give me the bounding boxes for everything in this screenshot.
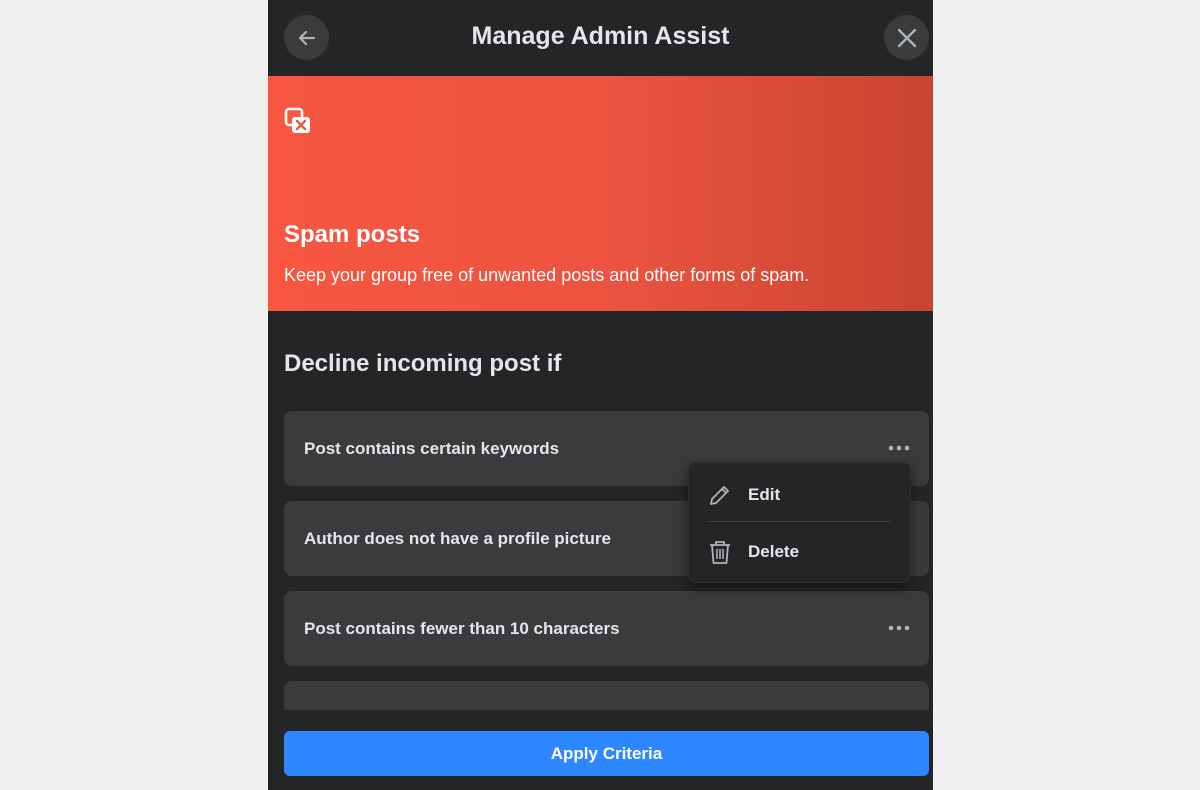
section-title: Decline incoming post if [284,350,562,377]
dialog-title: Manage Admin Assist [471,22,730,50]
more-horizontal-icon [888,445,910,451]
rule-options-menu: Edit Delete [688,462,911,583]
rule-label: Author does not have a profile picture [304,529,611,548]
spam-icon [284,107,314,142]
more-options-button[interactable] [879,433,919,463]
rule-label: Post contains fewer than 10 characters [304,619,620,638]
banner-title: Spam posts [284,221,421,248]
edit-menu-item[interactable]: Edit [689,469,910,521]
dialog-footer: Apply Criteria [268,710,933,790]
spam-posts-banner: Spam posts Keep your group free of unwan… [268,76,933,311]
rule-label: Post contains certain keywords [304,439,560,458]
more-horizontal-icon [888,625,910,631]
delete-label: Delete [748,542,800,561]
apply-criteria-button[interactable]: Apply Criteria [284,731,929,776]
close-icon [897,28,916,47]
more-options-button[interactable] [879,613,919,643]
rule-card[interactable]: Post contains fewer than 10 characters [284,591,929,666]
admin-assist-dialog: Manage Admin Assist Spam posts Keep your… [268,0,933,790]
banner-description: Keep your group free of unwanted posts a… [284,265,810,285]
close-button[interactable] [884,15,929,60]
dialog-header: Manage Admin Assist [268,0,933,77]
delete-menu-item[interactable]: Delete [689,526,910,578]
menu-divider [707,521,891,522]
trash-icon [710,541,730,564]
pencil-icon [710,486,729,505]
edit-label: Edit [748,485,781,504]
